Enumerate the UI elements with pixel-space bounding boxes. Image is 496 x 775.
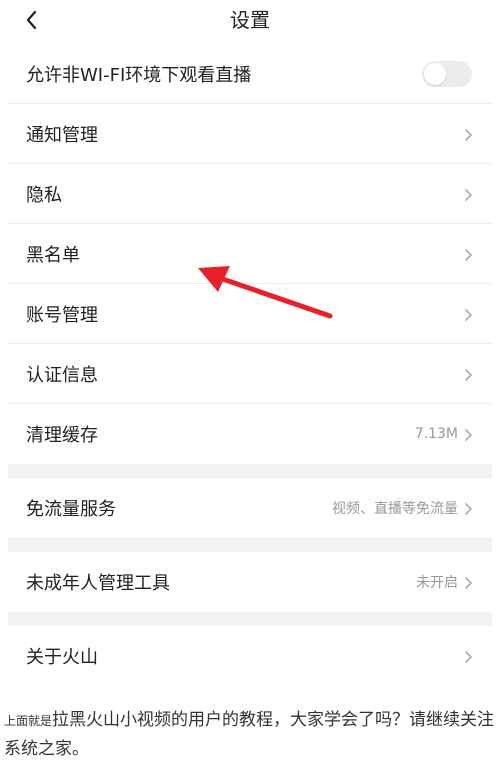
settings-item-label: 账号管理 — [26, 304, 98, 326]
settings-item-privacy[interactable]: 隐私 — [8, 164, 492, 224]
section-divider — [8, 464, 492, 478]
settings-item-label: 通知管理 — [26, 124, 98, 146]
page-title: 设置 — [230, 8, 270, 32]
settings-item-label: 认证信息 — [26, 364, 98, 386]
settings-item-label: 清理缓存 — [26, 425, 98, 446]
settings-item-minor-tool[interactable]: 未成年人管理工具 未开启 — [8, 552, 492, 612]
caption-text: 拉黑火山小视频的用户的教程，大家学会了吗？请继续关注系统之家。 — [4, 710, 495, 759]
settings-item-label: 关于火山 — [26, 647, 98, 668]
minor-tool-value: 未开启 — [416, 575, 458, 591]
header: 设置 — [8, 0, 492, 44]
toggle-knob — [424, 62, 446, 85]
settings-item-account[interactable]: 账号管理 — [8, 284, 492, 344]
settings-item-verification[interactable]: 认证信息 — [8, 344, 492, 404]
settings-item-label: 黑名单 — [26, 244, 80, 266]
chevron-right-icon — [464, 427, 474, 441]
settings-screen: 设置 允许非WI-FI环境下观看直播 通知管理 隐私 黑名单 账号管理 认证信息… — [8, 0, 492, 690]
settings-item-label: 免流量服务 — [26, 499, 116, 520]
settings-item-free-traffic[interactable]: 免流量服务 视频、直播等免流量 — [8, 478, 492, 538]
settings-item-blacklist[interactable]: 黑名单 — [8, 224, 492, 284]
wifi-live-toggle[interactable] — [422, 60, 472, 87]
cache-size-value: 7.13M — [414, 426, 458, 442]
settings-item-notifications[interactable]: 通知管理 — [8, 104, 492, 164]
chevron-right-icon — [464, 575, 474, 589]
chevron-right-icon — [464, 649, 474, 663]
article-caption: 上面就是拉黑火山小视频的用户的教程，大家学会了吗？请继续关注系统之家。 — [4, 706, 494, 763]
settings-item-about[interactable]: 关于火山 — [8, 626, 492, 686]
section-divider — [8, 612, 492, 626]
chevron-right-icon — [464, 501, 474, 515]
settings-item-clear-cache[interactable]: 清理缓存 7.13M — [8, 404, 492, 464]
chevron-right-icon — [464, 127, 474, 141]
wifi-live-toggle-row: 允许非WI-FI环境下观看直播 — [8, 44, 492, 104]
caption-prefix: 上面就是 — [4, 714, 53, 728]
settings-item-label: 未成年人管理工具 — [26, 573, 170, 594]
free-traffic-value: 视频、直播等免流量 — [332, 501, 458, 517]
chevron-right-icon — [464, 187, 474, 201]
wifi-live-toggle-label: 允许非WI-FI环境下观看直播 — [26, 64, 252, 86]
section-divider — [8, 538, 492, 552]
chevron-right-icon — [464, 307, 474, 321]
settings-item-label: 隐私 — [26, 184, 62, 206]
chevron-right-icon — [464, 367, 474, 381]
chevron-right-icon — [464, 247, 474, 261]
